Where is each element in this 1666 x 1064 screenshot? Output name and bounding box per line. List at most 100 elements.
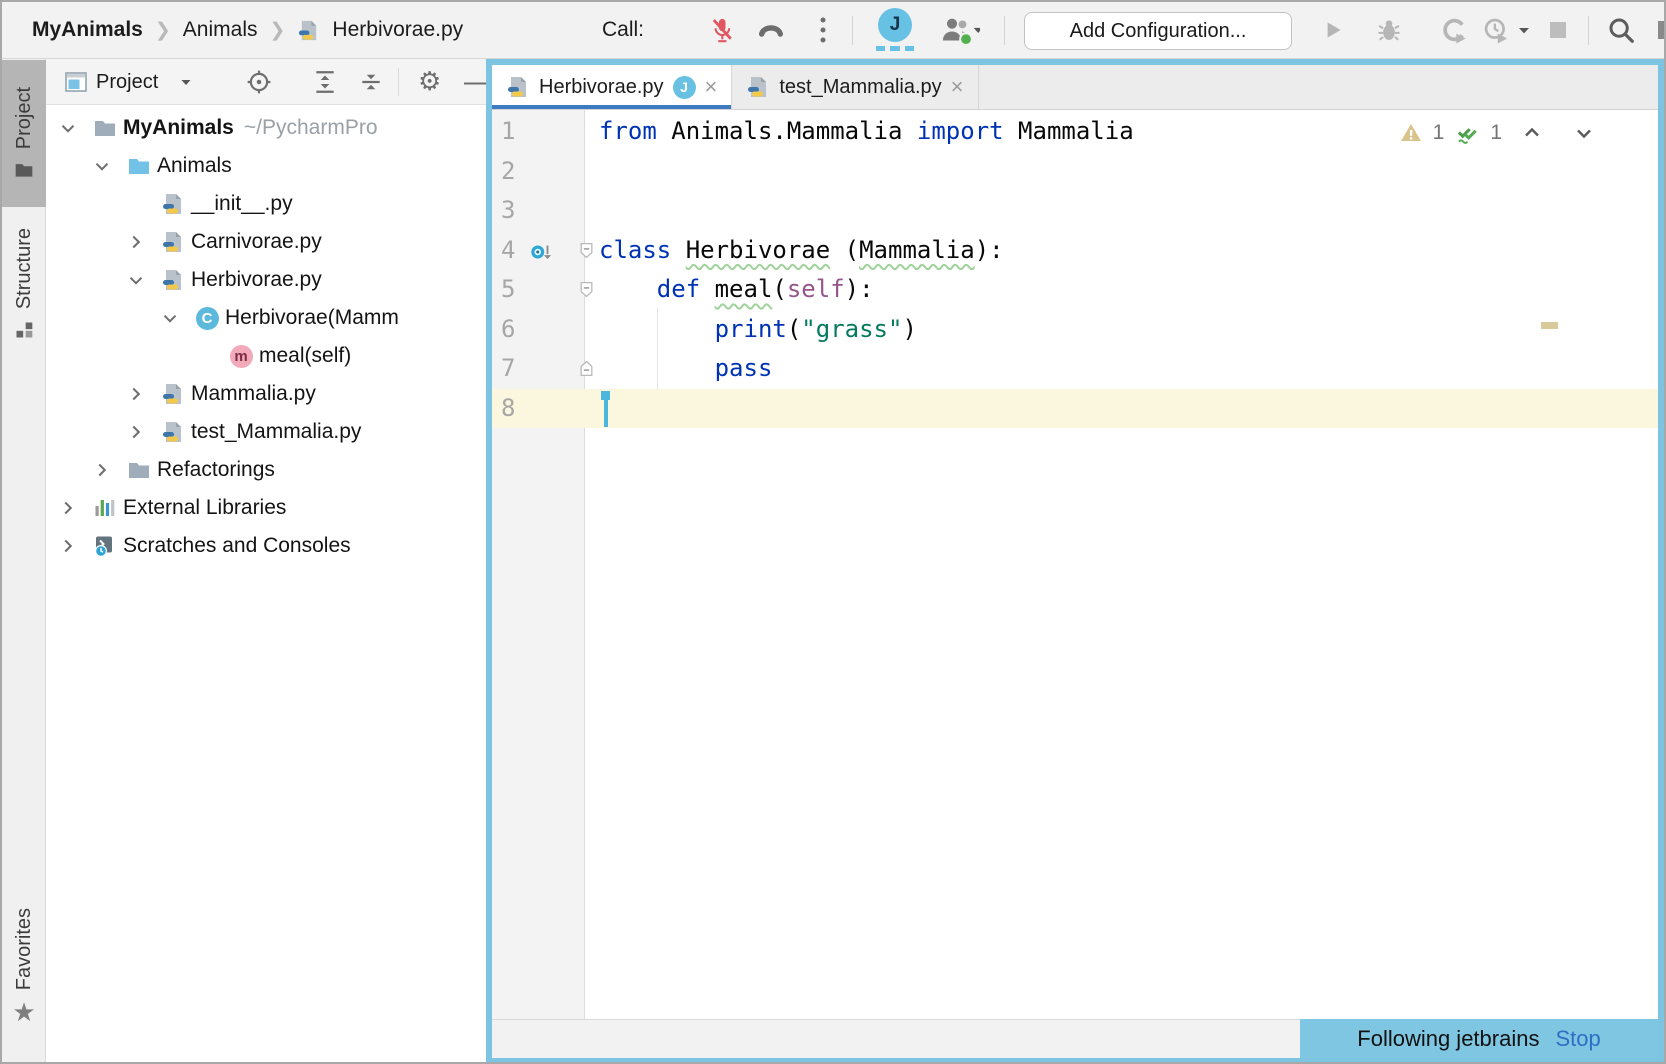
line-number: 7: [501, 349, 515, 389]
code-line[interactable]: 6 print("grass"): [492, 310, 1658, 350]
line-number: 8: [501, 389, 515, 429]
search-everywhere-icon[interactable]: [1606, 2, 1636, 58]
fold-marker-icon[interactable]: [578, 281, 595, 298]
tree-chevron-icon[interactable]: [57, 497, 93, 519]
stripe-tab-structure[interactable]: Structure: [2, 209, 46, 359]
project-tree: MyAnimals~/PycharmProAnimals__init__.pyC…: [46, 105, 486, 565]
code-text: def meal(self):: [599, 270, 874, 310]
run-with-coverage-icon[interactable]: [1440, 2, 1468, 58]
prev-problem-chevron-icon[interactable]: [1520, 121, 1544, 145]
tree-chevron-icon[interactable]: [91, 155, 127, 177]
tree-chevron-icon[interactable]: [125, 269, 161, 291]
folder-icon: [14, 160, 34, 180]
tree-chevron-icon[interactable]: [57, 535, 93, 557]
call-options-kebab-icon[interactable]: [814, 2, 832, 58]
clipped-toolbar-icon[interactable]: [1658, 2, 1666, 58]
project-path-suffix: ~/PycharmPro: [244, 116, 378, 140]
project-tree-item[interactable]: CHerbivorae(Mamm: [46, 299, 486, 337]
debug-icon[interactable]: [1375, 2, 1403, 58]
settings-gear-icon[interactable]: ⚙: [418, 59, 441, 105]
breadcrumb-package[interactable]: Animals: [183, 18, 258, 42]
expand-all-icon[interactable]: [312, 59, 338, 105]
toolbar-separator: [1588, 16, 1589, 45]
python-file-icon: [297, 19, 320, 42]
pycharm-window: MyAnimals ❯ Animals ❯ Herbivorae.py Call…: [0, 0, 1666, 1064]
tree-chevron-icon[interactable]: [125, 421, 161, 443]
remote-user-caret: [601, 391, 610, 427]
scrollbar-warning-mark[interactable]: [1541, 322, 1558, 329]
code-line[interactable]: 4class Herbivorae (Mammalia):: [492, 231, 1658, 271]
collapse-all-icon[interactable]: [358, 59, 384, 105]
stripe-tab-project[interactable]: Project: [2, 60, 46, 207]
ok-checks-icon: [1454, 120, 1480, 146]
tree-chevron-icon[interactable]: [159, 307, 195, 329]
code-line[interactable]: 7 pass: [492, 349, 1658, 389]
view-dropdown-chevron-icon[interactable]: [178, 59, 194, 105]
code-line-current[interactable]: 8: [492, 389, 1658, 429]
python-icon: [161, 420, 185, 444]
hang-up-icon[interactable]: [756, 2, 786, 58]
inspection-widget[interactable]: 1 1: [1399, 120, 1596, 146]
hide-panel-icon[interactable]: —: [464, 59, 486, 105]
python-file-icon: [746, 75, 770, 99]
folder-gray-icon: [93, 116, 117, 140]
profiler-dropdown-chevron-icon[interactable]: [1514, 2, 1534, 58]
tree-item-label: Herbivorae(Mamm: [225, 306, 399, 330]
close-tab-icon[interactable]: ×: [705, 76, 718, 98]
project-tree-item[interactable]: Carnivorae.py: [46, 223, 486, 261]
profiler-icon[interactable]: [1482, 2, 1510, 58]
project-tree-item[interactable]: mmeal(self): [46, 337, 486, 375]
project-tree-item[interactable]: Herbivorae.py: [46, 261, 486, 299]
code-area: 1from Animals.Mammalia import Mammalia23…: [492, 112, 1658, 428]
fold-marker-icon[interactable]: [578, 242, 595, 259]
locate-file-icon[interactable]: [246, 59, 272, 105]
tree-chevron-icon[interactable]: [125, 383, 161, 405]
code-text: from Animals.Mammalia import Mammalia: [599, 112, 1134, 152]
tree-chevron-icon[interactable]: [125, 231, 161, 253]
tree-item-label: meal(self): [259, 344, 351, 368]
project-tree-item[interactable]: __init__.py: [46, 185, 486, 223]
project-tree-item[interactable]: test_Mammalia.py: [46, 413, 486, 451]
breadcrumb-file[interactable]: Herbivorae.py: [332, 18, 463, 42]
python-icon: [161, 192, 185, 216]
code-line[interactable]: 5 def meal(self):: [492, 270, 1658, 310]
tree-item-label: test_Mammalia.py: [191, 420, 361, 444]
tree-chevron-icon[interactable]: [91, 459, 127, 481]
next-problem-chevron-icon[interactable]: [1572, 121, 1596, 145]
editor[interactable]: 1from Animals.Mammalia import Mammalia23…: [492, 110, 1658, 1019]
folder-gray-icon: [127, 458, 151, 482]
project-tree-item[interactable]: Scratches and Consoles: [46, 527, 486, 565]
project-tree-item[interactable]: Refactorings: [46, 451, 486, 489]
tree-chevron-icon[interactable]: [57, 117, 93, 139]
project-tree-item[interactable]: Mammalia.py: [46, 375, 486, 413]
python-icon: [161, 230, 185, 254]
microphone-muted-icon[interactable]: [708, 2, 736, 58]
code-line[interactable]: 2: [492, 152, 1658, 192]
project-tree-item[interactable]: External Libraries: [46, 489, 486, 527]
close-tab-icon[interactable]: ×: [951, 76, 964, 98]
fold-marker-icon[interactable]: [578, 360, 595, 377]
breadcrumb: MyAnimals ❯ Animals ❯ Herbivorae.py: [32, 2, 463, 58]
editor-tab[interactable]: test_Mammalia.py×: [732, 65, 978, 109]
project-tree-item[interactable]: MyAnimals~/PycharmPro: [46, 109, 486, 147]
code-text: class Herbivorae (Mammalia):: [599, 231, 1004, 271]
scratch-icon: [93, 534, 117, 558]
stop-following-link[interactable]: Stop: [1555, 1026, 1600, 1052]
python-icon: [161, 382, 185, 406]
run-icon[interactable]: [1320, 2, 1346, 58]
editor-tab[interactable]: Herbivorae.pyJ×: [492, 65, 732, 109]
add-configuration-button[interactable]: Add Configuration...: [1024, 12, 1292, 50]
stop-icon[interactable]: [1546, 2, 1570, 58]
tree-item-label: Herbivorae.py: [191, 268, 322, 292]
project-panel-title[interactable]: Project: [96, 59, 158, 105]
following-banner: Following jetbrains Stop: [1300, 1019, 1658, 1058]
project-tree-item[interactable]: Animals: [46, 147, 486, 185]
user-avatar[interactable]: J: [876, 8, 914, 51]
breadcrumb-separator-icon: ❯: [270, 19, 286, 42]
python-icon: [161, 268, 185, 292]
collaborators-icon[interactable]: [938, 2, 980, 58]
override-marker-icon[interactable]: [528, 239, 554, 265]
breadcrumb-project[interactable]: MyAnimals: [32, 18, 143, 42]
code-line[interactable]: 3: [492, 191, 1658, 231]
stripe-tab-favorites[interactable]: Favorites ★: [2, 892, 46, 1042]
